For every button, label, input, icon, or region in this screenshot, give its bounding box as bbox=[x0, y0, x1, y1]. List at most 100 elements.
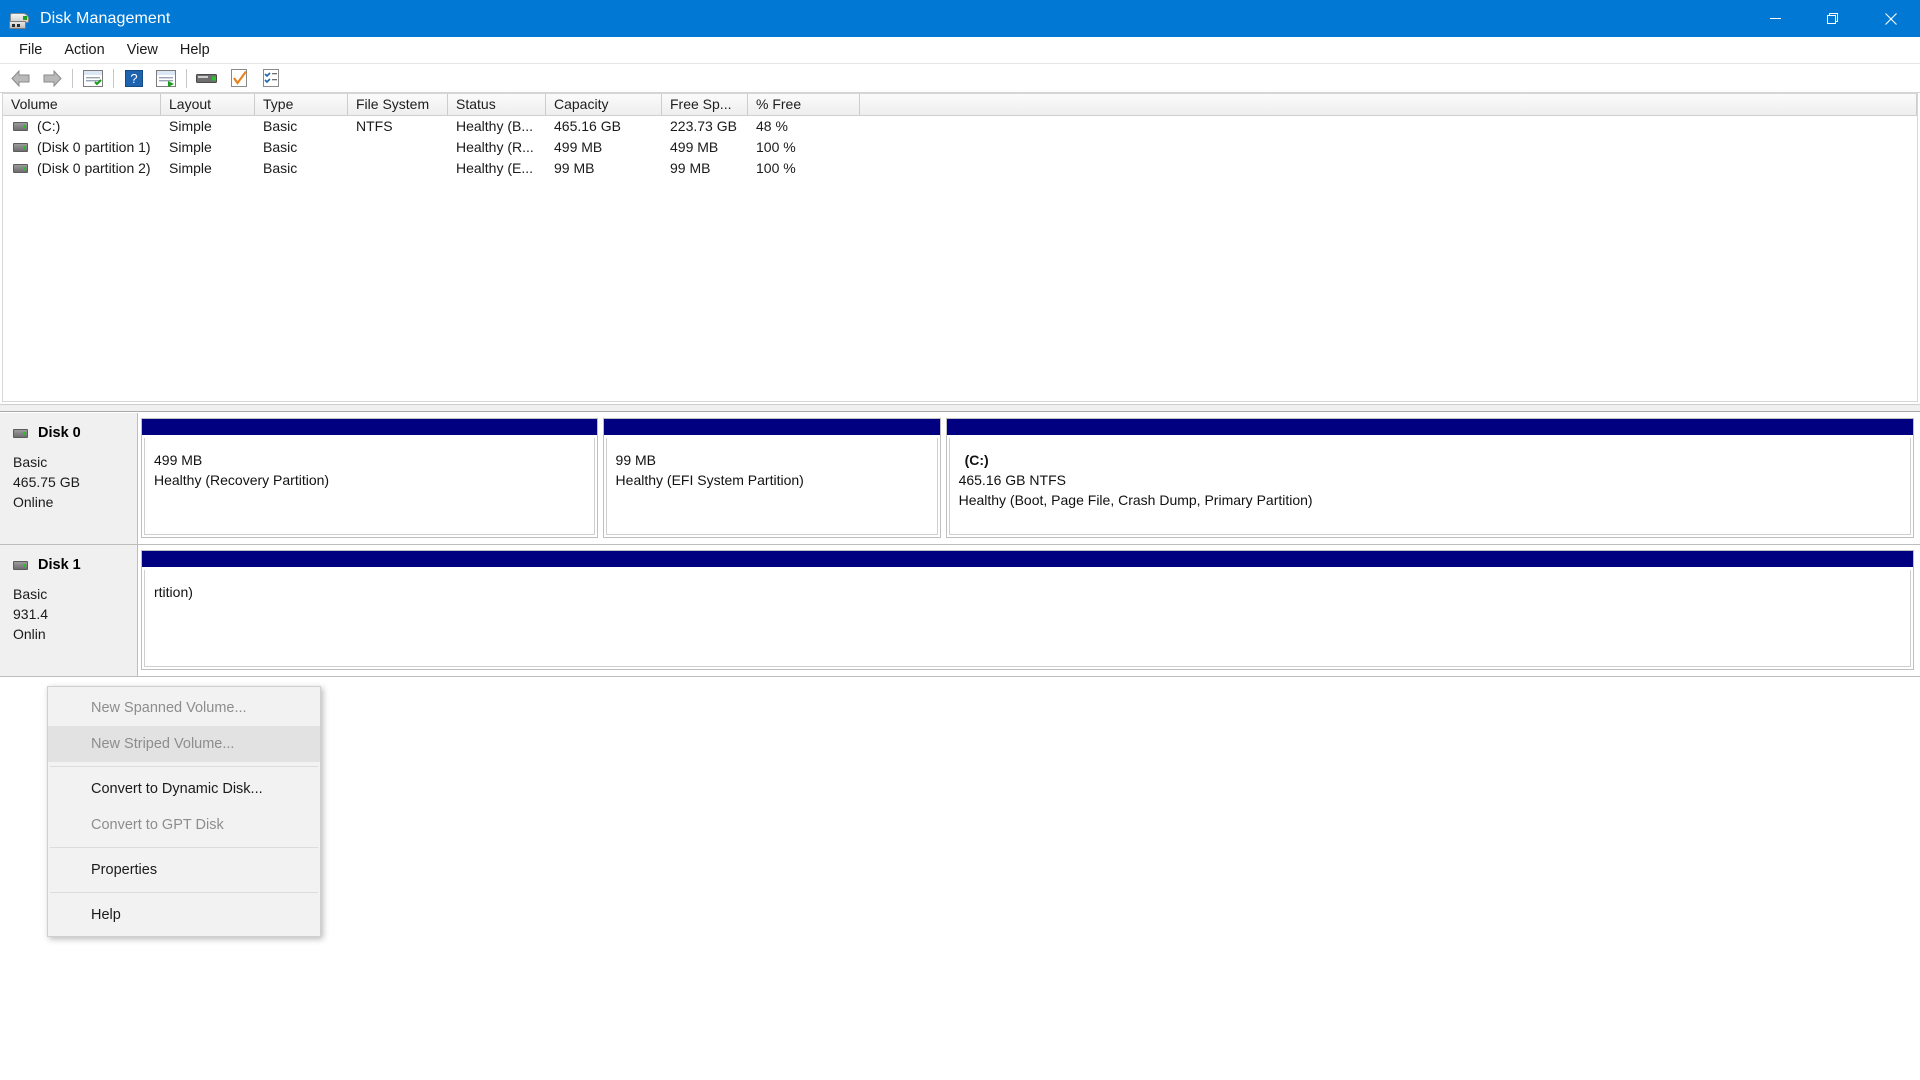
disk-1-state: Onlin bbox=[13, 626, 46, 642]
partition-status: rtition) bbox=[154, 584, 193, 600]
disk-0-title: Disk 0 bbox=[13, 425, 137, 441]
svg-text:?: ? bbox=[130, 71, 137, 86]
disk-row-disk-1[interactable]: Disk 1 Basic 931.4 Onlin rtition) bbox=[0, 545, 1920, 677]
menu-separator bbox=[50, 847, 318, 848]
column-header-volume[interactable]: Volume bbox=[3, 94, 161, 115]
cell-percent-free: 48 % bbox=[756, 118, 788, 134]
disk-1-partitions: rtition) bbox=[138, 545, 1920, 676]
table-row[interactable]: (C:) Simple Basic NTFS Healthy (B... 465… bbox=[3, 116, 1917, 137]
partition-details: rtition) bbox=[144, 570, 1911, 667]
partition-color-bar bbox=[946, 419, 1913, 436]
menu-separator bbox=[50, 766, 318, 767]
menu-item-convert-to-gpt-disk[interactable]: Convert to GPT Disk bbox=[48, 807, 320, 843]
help-icon[interactable]: ? bbox=[118, 65, 150, 91]
close-button[interactable] bbox=[1862, 0, 1920, 37]
volume-drive-icon bbox=[13, 122, 28, 131]
toolbar-separator bbox=[72, 68, 73, 88]
main-pane: Volume Layout Type File System Status Ca… bbox=[0, 93, 1920, 1080]
disk-info-disk-0[interactable]: Disk 0 Basic 465.75 GB Online bbox=[0, 413, 138, 544]
forward-arrow-icon[interactable] bbox=[36, 65, 68, 91]
menu-item-new-spanned-volume[interactable]: New Spanned Volume... bbox=[48, 690, 320, 726]
cell-percent-free: 100 % bbox=[756, 139, 796, 155]
menu-item-file[interactable]: File bbox=[8, 38, 53, 62]
menu-item-properties[interactable]: Properties bbox=[48, 852, 320, 888]
properties-window-icon[interactable] bbox=[150, 65, 182, 91]
cell-layout: Simple bbox=[169, 160, 212, 176]
window-title-bar[interactable]: Disk Management bbox=[0, 0, 1920, 37]
back-arrow-icon[interactable] bbox=[4, 65, 36, 91]
window-controls bbox=[1746, 0, 1920, 37]
partition-recovery[interactable]: 499 MB Healthy (Recovery Partition) bbox=[141, 418, 598, 538]
column-header-percent-free[interactable]: % Free bbox=[748, 94, 860, 115]
disk-0-partitions: 499 MB Healthy (Recovery Partition) 99 M… bbox=[138, 413, 1920, 544]
cell-capacity: 465.16 GB bbox=[554, 118, 621, 134]
table-row[interactable]: (Disk 0 partition 2) Simple Basic Health… bbox=[3, 158, 1917, 179]
cell-free-space: 99 MB bbox=[670, 160, 711, 176]
column-header-free-space[interactable]: Free Sp... bbox=[662, 94, 748, 115]
partition-status: Healthy (EFI System Partition) bbox=[615, 472, 804, 488]
partition-label: (C:) bbox=[964, 452, 989, 468]
pane-splitter[interactable] bbox=[0, 404, 1920, 412]
cell-free-space: 499 MB bbox=[670, 139, 719, 155]
cell-type: Basic bbox=[263, 160, 298, 176]
volume-drive-icon bbox=[13, 164, 28, 173]
disk-0-name: Disk 0 bbox=[38, 425, 81, 441]
menu-item-view[interactable]: View bbox=[116, 38, 169, 62]
toolbar-separator bbox=[186, 68, 187, 88]
menu-item-help[interactable]: Help bbox=[48, 897, 320, 933]
partition-color-bar bbox=[142, 551, 1913, 568]
disk-info-disk-1[interactable]: Disk 1 Basic 931.4 Onlin bbox=[0, 545, 138, 676]
cell-free-space: 223.73 GB bbox=[670, 118, 737, 134]
cell-status: Healthy (E... bbox=[456, 160, 534, 176]
menu-item-new-striped-volume[interactable]: New Striped Volume... bbox=[48, 726, 320, 762]
create-vhd-icon[interactable] bbox=[223, 65, 255, 91]
volume-list: Volume Layout Type File System Status Ca… bbox=[2, 93, 1918, 402]
partition-status: Healthy (Recovery Partition) bbox=[154, 472, 330, 488]
disk-0-size: 465.75 GB bbox=[13, 474, 80, 490]
column-header-file-system[interactable]: File System bbox=[348, 94, 448, 115]
cell-volume: (C:) bbox=[3, 116, 161, 137]
partition-color-bar bbox=[603, 419, 940, 436]
cell-layout: Simple bbox=[169, 118, 212, 134]
column-header-blank[interactable] bbox=[860, 94, 1917, 115]
disk-1-title: Disk 1 bbox=[13, 557, 137, 573]
column-header-type[interactable]: Type bbox=[255, 94, 348, 115]
cell-capacity: 99 MB bbox=[554, 160, 595, 176]
partition-size: 99 MB bbox=[615, 452, 657, 468]
show-hide-console-tree-icon[interactable] bbox=[77, 65, 109, 91]
menu-bar: File Action View Help bbox=[0, 37, 1920, 64]
column-header-layout[interactable]: Layout bbox=[161, 94, 255, 115]
action-list-icon[interactable] bbox=[255, 65, 287, 91]
partition-size: 465.16 GB NTFS bbox=[958, 472, 1066, 488]
disk-icon bbox=[13, 560, 28, 570]
disk-0-state: Online bbox=[13, 494, 54, 510]
disk-row-disk-0[interactable]: Disk 0 Basic 465.75 GB Online 499 MB Hea… bbox=[0, 413, 1920, 545]
window-title: Disk Management bbox=[40, 9, 171, 27]
menu-item-action[interactable]: Action bbox=[53, 38, 115, 62]
column-header-status[interactable]: Status bbox=[448, 94, 546, 115]
partition-disk1-primary[interactable]: rtition) bbox=[141, 550, 1914, 670]
partition-details: 99 MB Healthy (EFI System Partition) bbox=[605, 438, 938, 535]
toolbar-separator bbox=[113, 68, 114, 88]
cell-volume: (Disk 0 partition 2) bbox=[3, 158, 161, 179]
table-row[interactable]: (Disk 0 partition 1) Simple Basic Health… bbox=[3, 137, 1917, 158]
maximize-restore-button[interactable] bbox=[1804, 0, 1862, 37]
rescan-disks-icon[interactable] bbox=[191, 65, 223, 91]
partition-efi[interactable]: 99 MB Healthy (EFI System Partition) bbox=[602, 418, 941, 538]
cell-volume-label: (Disk 0 partition 1) bbox=[37, 139, 151, 155]
partition-color-bar bbox=[142, 419, 597, 436]
partition-details: (C:) 465.16 GB NTFS Healthy (Boot, Page … bbox=[948, 438, 1911, 535]
column-header-capacity[interactable]: Capacity bbox=[546, 94, 662, 115]
cell-type: Basic bbox=[263, 118, 298, 134]
disk-1-name: Disk 1 bbox=[38, 557, 81, 573]
partition-details: 499 MB Healthy (Recovery Partition) bbox=[144, 438, 595, 535]
cell-volume-label: (Disk 0 partition 2) bbox=[37, 160, 151, 176]
disk-icon bbox=[13, 428, 28, 438]
cell-status: Healthy (B... bbox=[456, 118, 534, 134]
volume-drive-icon bbox=[13, 143, 28, 152]
cell-volume-label: (C:) bbox=[37, 118, 61, 134]
minimize-button[interactable] bbox=[1746, 0, 1804, 37]
menu-item-help[interactable]: Help bbox=[169, 38, 221, 62]
menu-item-convert-to-dynamic-disk[interactable]: Convert to Dynamic Disk... bbox=[48, 771, 320, 807]
partition-c-drive[interactable]: (C:) 465.16 GB NTFS Healthy (Boot, Page … bbox=[945, 418, 1914, 538]
